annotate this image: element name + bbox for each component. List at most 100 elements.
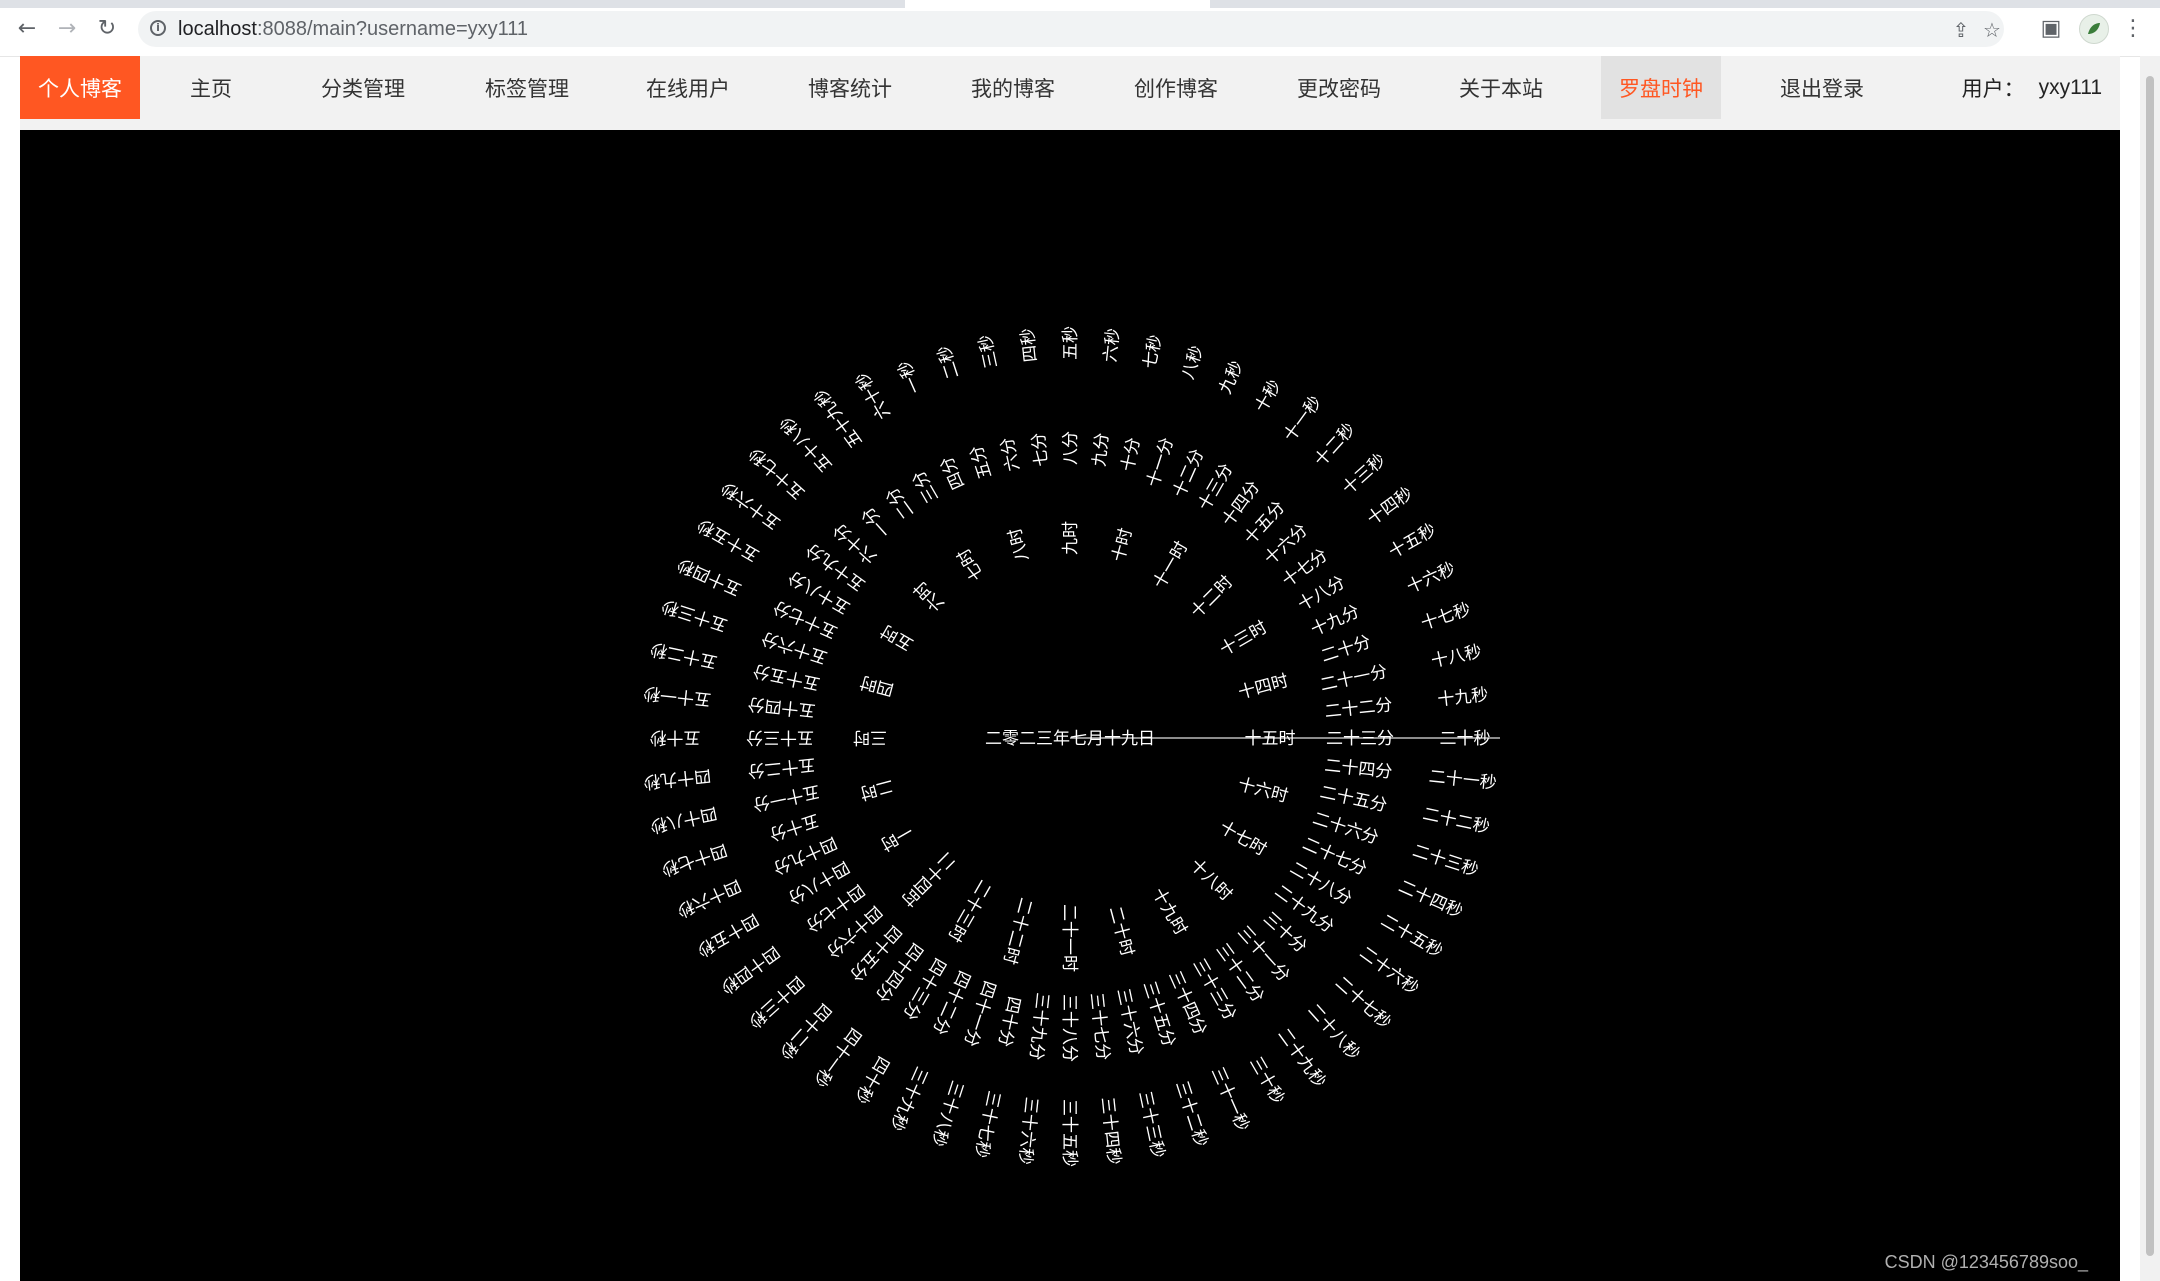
second-label: 十四秒 — [1364, 484, 1417, 530]
second-label: 十七秒 — [1419, 599, 1474, 634]
minute-label: 七分 — [1029, 432, 1052, 468]
nav-item[interactable]: 退出登录 — [1762, 56, 1882, 119]
second-label: 三十七秒 — [970, 1089, 1004, 1160]
hour-label: 十八时 — [1186, 855, 1236, 905]
second-label: 四十八秒 — [648, 802, 719, 836]
tab-strip-left — [0, 0, 905, 8]
nav-item[interactable]: 标签管理 — [467, 56, 587, 119]
forward-icon[interactable]: → — [52, 13, 82, 43]
nav-item[interactable]: 关于本站 — [1441, 56, 1561, 119]
minute-label: 二十二分 — [1324, 695, 1394, 722]
second-label: 三十三秒 — [1134, 1089, 1168, 1160]
scrollbar-thumb[interactable] — [2146, 76, 2154, 1256]
second-label: 十一秒 — [1280, 393, 1326, 446]
second-label: 十五秒 — [1385, 520, 1439, 563]
second-label: 五十一秒 — [642, 682, 712, 709]
second-label: 三十四秒 — [1097, 1096, 1124, 1166]
hour-label: 六时 — [910, 577, 948, 615]
share-icon[interactable]: ⇪ — [1950, 18, 1972, 42]
hour-label: 十九时 — [1148, 885, 1191, 939]
minute-label: 五十四分 — [747, 693, 817, 720]
hour-label: 二十三时 — [943, 876, 994, 945]
compass-clock-canvas: 二零二三年七月十九日 一时 二时 三时 四时 五时 六时 七时 八时 九时 十时 十一时 十二时 十三时… — [20, 130, 2120, 1281]
reload-icon[interactable]: ↻ — [92, 13, 122, 43]
second-label: 五秒 — [1061, 326, 1081, 360]
second-label: 十秒 — [1251, 377, 1285, 416]
bookmark-star-icon[interactable]: ☆ — [1981, 18, 2003, 42]
hour-label: 二十时 — [1105, 904, 1138, 958]
second-label: 十九秒 — [1437, 685, 1490, 710]
second-label: 四十六秒 — [674, 875, 744, 921]
hour-label: 二十四时 — [897, 848, 959, 910]
side-panel-icon[interactable]: ▣ — [2036, 13, 2066, 43]
avatar-leaf-icon — [2088, 23, 2100, 34]
user-label: 用户： — [1961, 77, 2025, 101]
second-label: 二十六秒 — [1356, 943, 1423, 999]
nav-item[interactable]: 博客统计 — [790, 56, 910, 119]
profile-avatar-icon[interactable] — [2079, 14, 2109, 44]
hour-label: 十四时 — [1236, 671, 1290, 704]
hour-label: 十六时 — [1236, 774, 1290, 807]
minute-label: 一分 — [858, 502, 896, 541]
minute-label: 三十六分 — [1112, 987, 1146, 1058]
hour-label: 七时 — [954, 545, 988, 584]
second-label: 三十九秒 — [885, 1063, 931, 1133]
second-label: 五十八秒 — [776, 412, 836, 476]
second-label: 二十八秒 — [1303, 1000, 1363, 1064]
hour-label: 十三时 — [1217, 617, 1271, 660]
nav-item[interactable]: 罗盘时钟 — [1601, 56, 1721, 119]
hour-label: 四时 — [858, 671, 896, 699]
minute-label: 三分 — [909, 467, 943, 506]
second-label: 三十五秒 — [1059, 1099, 1079, 1167]
second-label: 三十秒 — [1245, 1053, 1288, 1107]
nav-item[interactable]: 分类管理 — [303, 56, 423, 119]
hour-label: 十二时 — [1187, 572, 1237, 622]
second-label: 四秒 — [1018, 327, 1041, 363]
csdn-watermark: CSDN @123456789soo_ — [1884, 1252, 2088, 1272]
second-label: 五十九秒 — [811, 384, 867, 451]
second-label: 六十秒 — [852, 368, 895, 422]
minute-label: 五十一分 — [751, 780, 822, 814]
address-bar[interactable]: i localhost:8088/main?username=yxy111 ⇪ … — [138, 11, 2004, 47]
minute-label: 二十三分 — [1326, 729, 1394, 749]
hour-label: 十时 — [1109, 526, 1137, 564]
url-path: :8088/main?username=yxy111 — [256, 18, 529, 40]
second-label: 二秒 — [934, 343, 964, 382]
second-label: 五十六秒 — [718, 477, 785, 533]
browser-menu-icon[interactable]: ⋮ — [2118, 13, 2148, 43]
nav-item[interactable]: 我的博客 — [953, 56, 1073, 119]
second-label: 二十九秒 — [1273, 1025, 1329, 1092]
hour-label: 二十一时 — [1059, 904, 1079, 972]
second-label: 十六秒 — [1404, 559, 1459, 598]
hour-label: 五时 — [878, 620, 917, 654]
minute-label: 四分 — [937, 453, 969, 492]
minute-label: 五十二分 — [747, 754, 817, 781]
minute-label: 六分 — [997, 435, 1024, 472]
second-label: 十三秒 — [1339, 450, 1390, 499]
second-label: 七秒 — [1140, 333, 1167, 370]
second-label: 二十四秒 — [1395, 877, 1465, 923]
nav-item[interactable]: 在线用户 — [628, 56, 748, 119]
second-label: 八秒 — [1178, 343, 1208, 382]
second-label: 四十七秒 — [659, 839, 730, 879]
nav-item[interactable]: 主页 — [151, 56, 271, 119]
url-text[interactable]: localhost:8088/main?username=yxy111 — [178, 18, 528, 41]
second-label: 三十二秒 — [1171, 1079, 1211, 1150]
second-label: 六秒 — [1101, 327, 1124, 363]
second-label: 九秒 — [1216, 358, 1248, 397]
minute-label: 三十八分 — [1059, 994, 1079, 1062]
brand-button[interactable]: 个人博客 — [20, 56, 140, 119]
second-label: 五十五秒 — [694, 514, 763, 565]
page-scrollbar[interactable] — [2140, 56, 2160, 1281]
nav-item[interactable]: 创作博客 — [1116, 56, 1236, 119]
back-icon[interactable]: ← — [12, 13, 42, 43]
minute-label: 二十五分 — [1318, 782, 1389, 816]
hour-label: 十五时 — [1245, 729, 1296, 749]
minute-label: 九分 — [1090, 432, 1113, 468]
nav-item[interactable]: 更改密码 — [1279, 56, 1399, 119]
second-label: 十二秒 — [1311, 419, 1360, 470]
hour-label: 一时 — [877, 820, 916, 854]
second-label: 三十一秒 — [1207, 1064, 1253, 1134]
second-label: 三秒 — [976, 333, 1003, 370]
site-info-icon[interactable]: i — [150, 20, 166, 36]
